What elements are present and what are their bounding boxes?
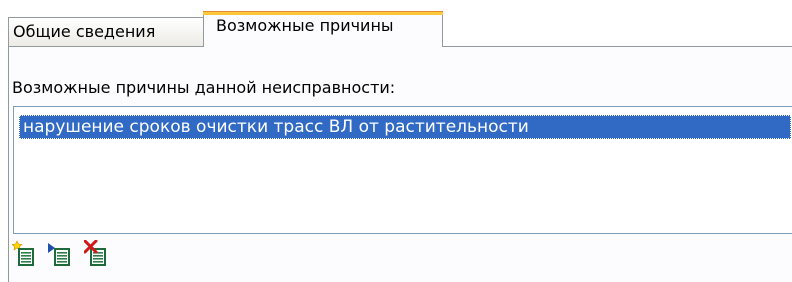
add-item-icon [12,240,34,266]
select-item-button[interactable] [48,240,74,268]
select-item-icon [48,243,70,266]
delete-item-icon [84,240,106,266]
tab-strip: Общие сведения Возможные причины [0,0,792,47]
tab-label: Общие сведения [13,22,156,41]
delete-item-button[interactable] [84,240,110,268]
tab-general-info[interactable]: Общие сведения [8,17,204,46]
tab-possible-causes[interactable]: Возможные причины [203,11,443,47]
add-item-button[interactable] [12,240,38,268]
causes-listbox[interactable]: нарушение сроков очистки трасс ВЛ от рас… [13,106,792,234]
causes-caption: Возможные причины данной неисправности: [12,78,396,97]
list-item[interactable]: нарушение сроков очистки трасс ВЛ от рас… [19,115,791,139]
active-tab-highlight [203,11,443,15]
tab-label: Возможные причины [216,16,394,35]
